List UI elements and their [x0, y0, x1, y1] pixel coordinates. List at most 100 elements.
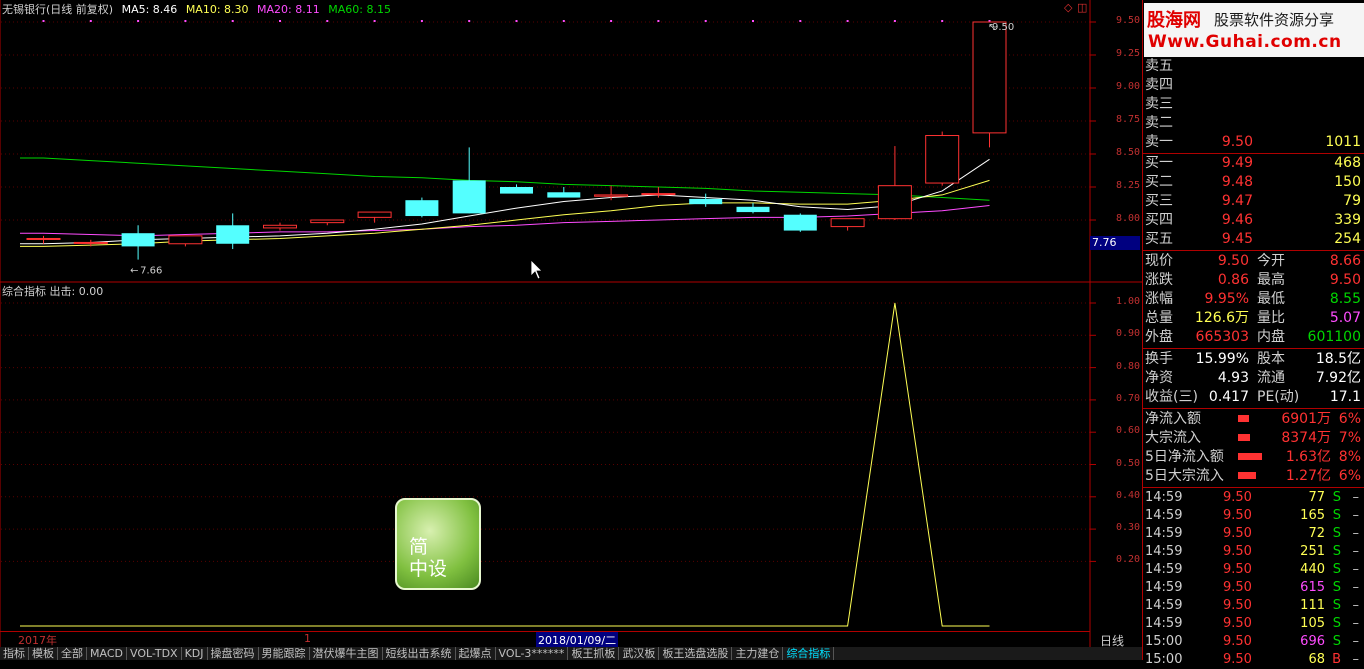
diamond-icon[interactable]: ◇: [1064, 1, 1072, 14]
chart-grid: [1, 20, 1096, 562]
tab-1[interactable]: 指标: [0, 647, 29, 660]
top-marker: [610, 20, 613, 22]
flow-row: 净流入额 6901万 6%: [1145, 410, 1363, 429]
tick-dash: –: [1352, 562, 1360, 577]
price-axis-label: 8.75: [1116, 114, 1141, 125]
quote-label: 最高: [1257, 272, 1285, 288]
tick-side: S: [1332, 526, 1341, 541]
tick-price: 9.50: [1223, 616, 1252, 631]
site-logo: 股海网 股票软件资源分享 Www.Guhai.com.cn: [1144, 3, 1364, 57]
top-marker: [468, 20, 471, 22]
flow-divider: [1143, 408, 1364, 409]
tick-price: 9.50: [1223, 508, 1252, 523]
logo-url: Www.Guhai.com.cn: [1148, 32, 1342, 52]
candle-body-up: [310, 219, 345, 224]
indicator-axis-label: 0.90: [1116, 328, 1141, 340]
candlestick-series[interactable]: [26, 21, 1007, 260]
top-marker: [89, 20, 92, 22]
tab-2[interactable]: 模板: [29, 647, 58, 660]
tab-16[interactable]: 主力建仓: [732, 647, 784, 660]
tick-volume: 105: [1300, 616, 1325, 631]
tick-volume: 111: [1300, 598, 1325, 613]
buy-row-3: 买三 9.47 79: [1145, 192, 1363, 211]
tab-9[interactable]: 潜伏爆牛主图: [310, 647, 383, 660]
window-toggle-icon[interactable]: ◫: [1077, 1, 1087, 14]
flow-label: 5日大宗流入: [1145, 468, 1224, 484]
quote-label: 内盘: [1257, 329, 1285, 345]
tab-10[interactable]: 短线出击系统: [383, 647, 456, 660]
ma5-line: [20, 158, 990, 245]
fundamental-value: 4.93: [1217, 370, 1249, 386]
top-marker: [137, 20, 140, 22]
fundamental-row: 收益(三) 0.417 PE(动) 17.1: [1145, 388, 1363, 407]
tab-8[interactable]: 男能跟踪: [259, 647, 310, 660]
tick-row: 15:00 9.50 68 B –: [1145, 651, 1363, 669]
watermark-line2: 中设: [409, 558, 448, 580]
tick-price: 9.50: [1223, 526, 1252, 541]
quote-label: 现价: [1145, 253, 1173, 269]
quote-value: 8.55: [1329, 291, 1361, 307]
tick-side: S: [1332, 544, 1341, 559]
quote-label: 外盘: [1145, 329, 1173, 345]
sell-label: 卖三: [1145, 96, 1173, 112]
quote-label: 涨跌: [1145, 272, 1173, 288]
buy-row-2: 买二 9.48 150: [1145, 173, 1363, 192]
quote-value: 665303: [1195, 329, 1249, 345]
tab-4[interactable]: MACD: [87, 647, 127, 660]
tab-3[interactable]: 全部: [58, 647, 87, 660]
tab-17[interactable]: 综合指标: [783, 647, 835, 660]
top-marker: [752, 20, 754, 22]
candle-body-down: [689, 198, 723, 205]
flow-bar: [1238, 434, 1250, 441]
stock-title[interactable]: 无锡银行(日线 前复权): [2, 3, 113, 16]
tick-price: 9.50: [1223, 652, 1252, 667]
tick-divider: [1143, 487, 1364, 488]
candle-body-down: [121, 233, 155, 247]
tick-side: S: [1332, 508, 1341, 523]
top-marker: [704, 20, 707, 22]
buy-label: 买三: [1145, 193, 1173, 209]
ma20-label: MA20: 8.11: [257, 3, 320, 16]
flow-row: 大宗流入 8374万 7%: [1145, 429, 1363, 448]
indicator-title[interactable]: 综合指标 出击: 0.00: [2, 285, 103, 298]
buy-price: 9.45: [1221, 231, 1253, 247]
tick-volume: 440: [1300, 562, 1325, 577]
buy-row-4: 买四 9.46 339: [1145, 211, 1363, 230]
candle-body-down: [405, 200, 439, 217]
top-marker: [893, 20, 896, 22]
sell-label: 卖四: [1145, 77, 1173, 93]
buy-label: 买四: [1145, 212, 1173, 228]
fundamental-value: 7.92亿: [1315, 370, 1361, 386]
tab-5[interactable]: VOL-TDX: [127, 647, 182, 660]
candle-body-down: [783, 214, 817, 231]
price-axis-label: 8.00: [1116, 213, 1141, 224]
tab-15[interactable]: 板王选盘选股: [659, 647, 733, 660]
indicator-axis-label: 0.40: [1116, 489, 1141, 501]
tab-11[interactable]: 起爆点: [456, 647, 496, 660]
top-marker: [799, 20, 802, 22]
chart-canvas[interactable]: 9.50 ↖ 7.66←: [0, 0, 1142, 647]
tick-dash: –: [1352, 490, 1360, 505]
candle-body-up: [263, 224, 297, 229]
tick-volume: 72: [1308, 526, 1325, 541]
buy-price: 9.46: [1221, 212, 1253, 228]
tick-dash: –: [1352, 616, 1360, 631]
tab-13[interactable]: 板王抓板: [568, 647, 620, 660]
tab-6[interactable]: KDJ: [182, 647, 208, 660]
tab-14[interactable]: 武汉板: [619, 647, 660, 660]
indicator-axis-label: 0.50: [1116, 457, 1141, 469]
mouse-cursor-icon: [530, 259, 543, 280]
price-axis-label: 9.00: [1116, 81, 1141, 92]
fundamental-label: 股本: [1257, 351, 1285, 367]
tick-row: 14:59 9.50 165 S –: [1145, 507, 1363, 525]
ma5-label: MA5: 8.46: [121, 3, 178, 16]
tick-row: 14:59 9.50 77 S –: [1145, 489, 1363, 507]
tab-12[interactable]: VOL-3******: [496, 647, 569, 660]
candle-body-up: [925, 135, 960, 184]
candle-body-up: [972, 21, 1007, 134]
tab-7[interactable]: 操盘密码: [208, 647, 259, 660]
buy-volume: 339: [1334, 212, 1361, 228]
tick-side: S: [1332, 616, 1341, 631]
buy-label: 买二: [1145, 174, 1173, 190]
sell-price: 9.50: [1221, 134, 1253, 150]
